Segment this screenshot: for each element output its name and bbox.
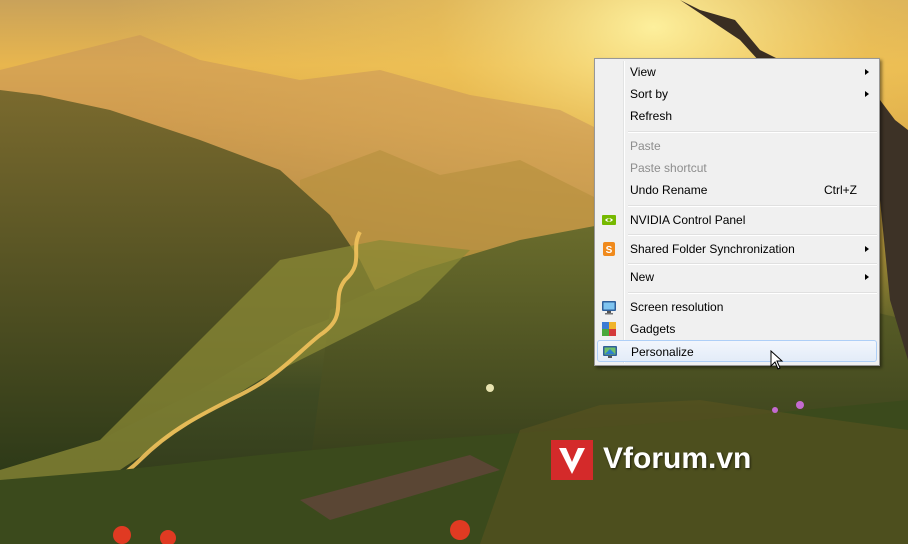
menu-item-personalize[interactable]: Personalize [597,340,877,362]
menu-item-shortcut: Ctrl+Z [824,183,857,197]
watermark-logo-icon [551,440,593,480]
menu-separator [628,131,877,133]
menu-item-label: Screen resolution [630,300,724,314]
menu-item-label: NVIDIA Control Panel [630,213,746,227]
submenu-arrow-icon [865,91,869,97]
menu-item-shared-folder-sync[interactable]: S Shared Folder Synchronization [597,238,877,260]
desktop-context-menu: View Sort by Refresh Paste Paste shortcu… [594,58,880,366]
menu-item-new[interactable]: New [597,266,877,288]
menu-item-label: Paste shortcut [630,161,707,175]
menu-item-nvidia-control-panel[interactable]: NVIDIA Control Panel [597,209,877,231]
menu-item-paste[interactable]: Paste [597,135,877,157]
menu-item-screen-resolution[interactable]: Screen resolution [597,296,877,318]
submenu-arrow-icon [865,69,869,75]
menu-separator [628,263,877,265]
watermark-text: Vforum.vn [603,442,752,475]
submenu-arrow-icon [865,274,869,280]
menu-item-refresh[interactable]: Refresh [597,105,877,127]
menu-item-paste-shortcut[interactable]: Paste shortcut [597,157,877,179]
menu-separator [628,205,877,207]
menu-item-label: View [630,65,656,79]
menu-item-label: Gadgets [630,322,676,336]
menu-item-undo-rename[interactable]: Undo Rename Ctrl+Z [597,179,877,201]
nvidia-icon [602,215,616,225]
menu-item-label: Shared Folder Synchronization [630,242,795,256]
menu-item-label: Personalize [631,345,694,359]
menu-item-label: Undo Rename [630,183,708,197]
menu-item-view[interactable]: View [597,61,877,83]
gadgets-icon [602,322,616,336]
menu-separator [628,234,877,236]
submenu-arrow-icon [865,246,869,252]
menu-item-label: New [630,270,655,284]
mouse-cursor-icon [770,350,784,370]
menu-item-label: Paste [630,139,661,153]
svg-text:S: S [606,245,613,256]
menu-item-gadgets[interactable]: Gadgets [597,318,877,340]
monitor-icon [602,301,616,315]
menu-item-label: Sort by [630,87,669,101]
menu-separator [628,292,877,294]
menu-item-label: Refresh [630,109,673,123]
personalize-icon [603,346,617,358]
menu-item-sort-by[interactable]: Sort by [597,83,877,105]
sync-icon: S [603,242,615,256]
